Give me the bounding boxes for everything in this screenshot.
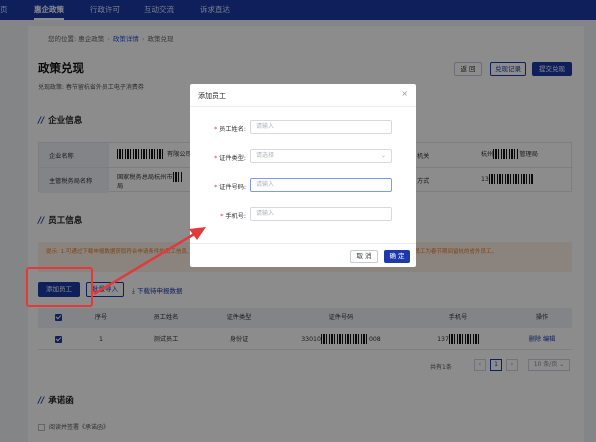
id-type-label: * 证件类型: bbox=[214, 155, 246, 162]
id-number-input[interactable]: 请输入 bbox=[250, 178, 392, 192]
dialog-title: 添加员工 bbox=[198, 92, 226, 100]
id-number-label: * 证件号码: bbox=[214, 184, 246, 191]
add-employee-dialog: 添加员工 × * 员工姓名: 请输入 * 证件类型: 请选择 ⌄ * 证件号码: 请输入… bbox=[190, 84, 416, 267]
annotation-highlight-box bbox=[26, 267, 93, 307]
name-label: * 员工姓名: bbox=[214, 126, 246, 133]
cancel-button[interactable]: 取 消 bbox=[350, 250, 378, 263]
id-type-select[interactable]: 请选择 ⌄ bbox=[250, 149, 392, 163]
confirm-button[interactable]: 确 定 bbox=[384, 250, 410, 263]
close-icon[interactable]: × bbox=[401, 89, 408, 98]
phone-label: * 手机号: bbox=[220, 213, 246, 220]
name-input[interactable]: 请输入 bbox=[250, 120, 392, 134]
chevron-down-icon: ⌄ bbox=[380, 152, 386, 159]
phone-input[interactable]: 请输入 bbox=[250, 207, 392, 221]
